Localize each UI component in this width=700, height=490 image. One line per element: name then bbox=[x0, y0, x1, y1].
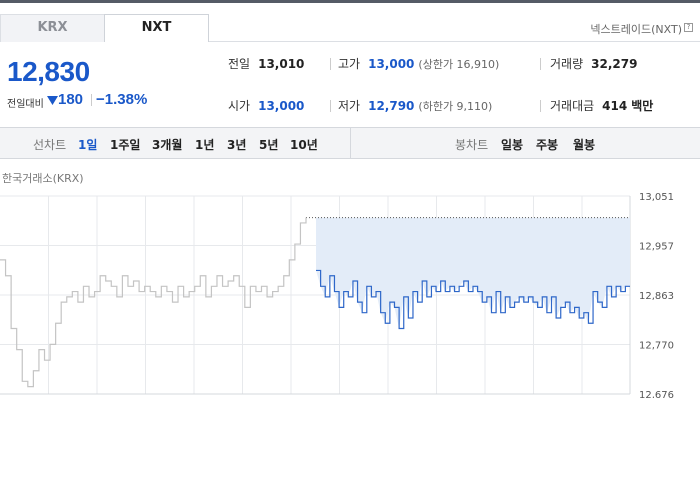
y-tick-label: 13,051 bbox=[639, 192, 674, 203]
stat-value: 13,000 bbox=[368, 57, 415, 71]
stat-value: 13,010 bbox=[258, 57, 305, 71]
stat-label: 전일 bbox=[228, 57, 251, 71]
price-chart: 13,051 12,957 12,863 12,770 12,676 bbox=[0, 192, 674, 398]
stat-open: 시가 13,000 bbox=[228, 97, 304, 114]
change-percent: −1.38% bbox=[96, 91, 148, 108]
change-separator bbox=[91, 94, 92, 106]
stat-separator bbox=[330, 58, 331, 70]
tab-underline bbox=[209, 41, 700, 42]
y-tick-label: 12,770 bbox=[639, 341, 674, 352]
period-5y[interactable]: 5년 bbox=[259, 136, 278, 153]
stat-value: 32,279 bbox=[591, 57, 638, 71]
period-daily[interactable]: 일봉 bbox=[501, 136, 523, 153]
krx-price-line bbox=[0, 217, 307, 388]
stat-low: 저가 12,790 (하한가 9,110) bbox=[338, 97, 492, 114]
stat-separator bbox=[540, 58, 541, 70]
stat-value: 13,000 bbox=[258, 99, 305, 113]
y-tick-label: 12,957 bbox=[639, 242, 674, 253]
down-arrow-icon bbox=[47, 96, 58, 105]
stat-prev-close: 전일 13,010 bbox=[228, 55, 304, 72]
period-bar-divider bbox=[350, 128, 351, 158]
tab-nxt[interactable]: NXT bbox=[104, 14, 209, 42]
stat-label: 거래량 bbox=[550, 57, 584, 71]
nxt-link[interactable]: 넥스트레이드(NXT) bbox=[590, 21, 682, 37]
change-label: 전일대비 bbox=[7, 99, 44, 110]
upper-limit: (상한가 16,910) bbox=[418, 58, 500, 71]
stat-unit: 백만 bbox=[631, 99, 654, 113]
period-1w[interactable]: 1주일 bbox=[110, 136, 140, 153]
period-bar: 선차트 1일 1주일 3개월 1년 3년 5년 10년 봉차트 일봉 주봉 월봉 bbox=[0, 127, 700, 159]
stat-label: 시가 bbox=[228, 99, 251, 113]
stat-label: 저가 bbox=[338, 99, 361, 113]
lower-limit: (하한가 9,110) bbox=[418, 100, 493, 113]
change-amount: 180 bbox=[58, 91, 84, 108]
stat-separator bbox=[540, 100, 541, 112]
tab-krx[interactable]: KRX bbox=[0, 14, 105, 42]
period-3y[interactable]: 3년 bbox=[227, 136, 246, 153]
period-weekly[interactable]: 주봉 bbox=[536, 136, 558, 153]
current-price: 12,830 bbox=[7, 56, 90, 87]
period-1d[interactable]: 1일 bbox=[78, 136, 97, 153]
stat-label: 거래대금 bbox=[550, 99, 595, 113]
stat-amount: 거래대금 414 백만 bbox=[550, 97, 653, 114]
stat-volume: 거래량 32,279 bbox=[550, 55, 637, 72]
top-border bbox=[0, 0, 700, 3]
nxt-area-fill bbox=[316, 217, 630, 329]
stat-label: 고가 bbox=[338, 57, 361, 71]
stat-value: 12,790 bbox=[368, 99, 415, 113]
candle-chart-label: 봉차트 bbox=[455, 138, 489, 152]
period-10y[interactable]: 10년 bbox=[290, 136, 318, 153]
y-tick-label: 12,676 bbox=[639, 390, 674, 398]
period-monthly[interactable]: 월봉 bbox=[573, 136, 595, 153]
help-icon[interactable]: ? bbox=[684, 23, 693, 32]
stat-value: 414 bbox=[602, 99, 628, 113]
period-3m[interactable]: 3개월 bbox=[152, 136, 182, 153]
y-tick-label: 12,863 bbox=[639, 291, 674, 302]
period-1y[interactable]: 1년 bbox=[195, 136, 214, 153]
stat-high: 고가 13,000 (상한가 16,910) bbox=[338, 55, 499, 72]
line-chart-label: 선차트 bbox=[33, 138, 67, 152]
stat-separator bbox=[330, 100, 331, 112]
